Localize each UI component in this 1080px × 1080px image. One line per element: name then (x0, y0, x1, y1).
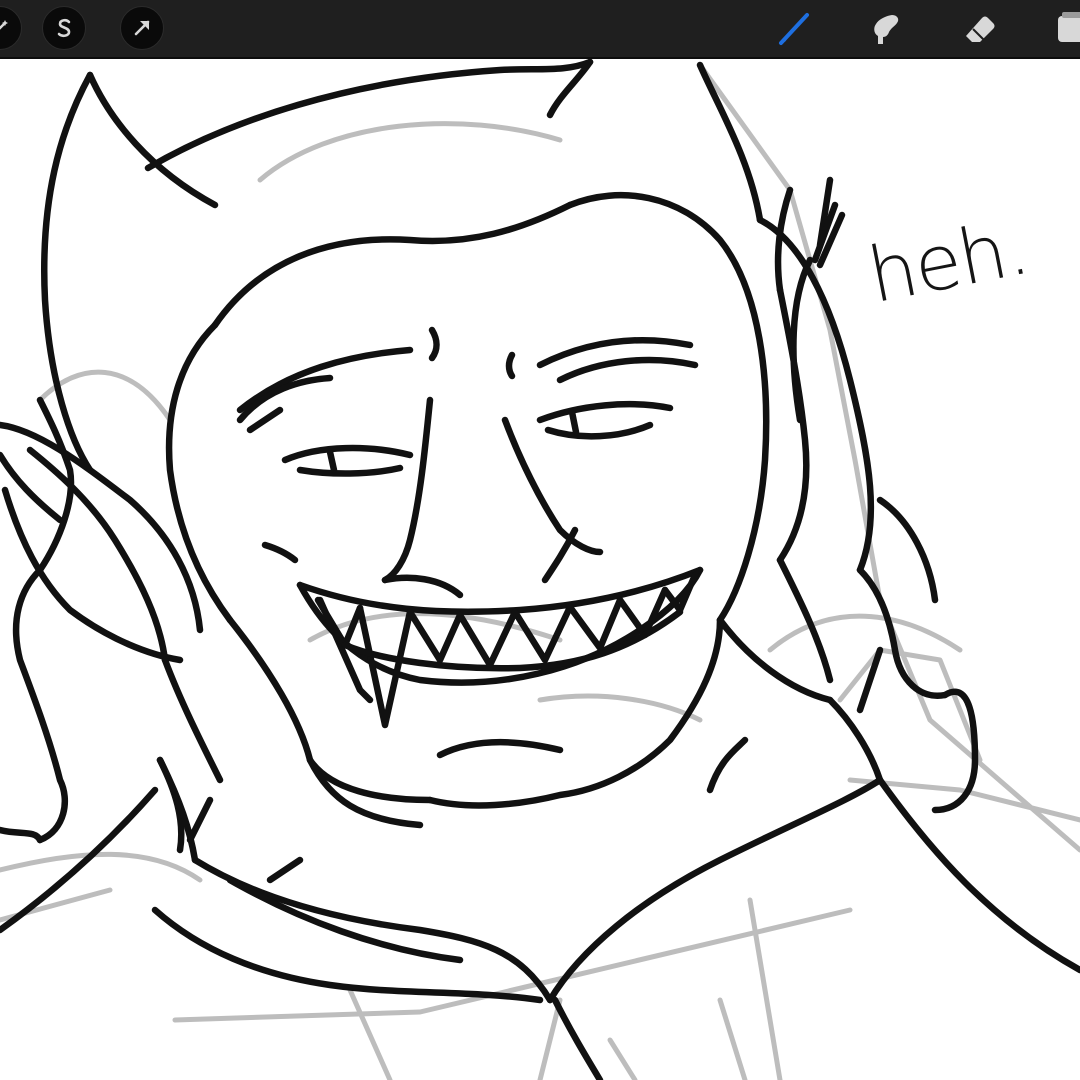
selection-s-icon (57, 18, 71, 38)
brush-button[interactable] (772, 6, 816, 50)
smudge-icon (874, 15, 899, 44)
top-toolbar (0, 0, 1080, 59)
adjustments-button[interactable] (0, 6, 22, 50)
selection-button[interactable] (42, 6, 86, 50)
smudge-button[interactable] (864, 6, 908, 50)
arrow-cursor-icon (134, 20, 150, 36)
eraser-icon (966, 16, 995, 42)
drawing-app: heh. (0, 0, 1080, 1080)
transform-button[interactable] (120, 6, 164, 50)
eraser-button[interactable] (958, 6, 1002, 50)
sketch-artwork (0, 59, 1080, 1080)
drawing-canvas[interactable]: heh. (0, 59, 1080, 1080)
layers-button[interactable] (1052, 6, 1080, 50)
layers-icon (1058, 12, 1080, 42)
magic-wand-icon (0, 20, 8, 30)
ink-lines (0, 59, 1080, 1080)
brush-icon (779, 13, 809, 45)
